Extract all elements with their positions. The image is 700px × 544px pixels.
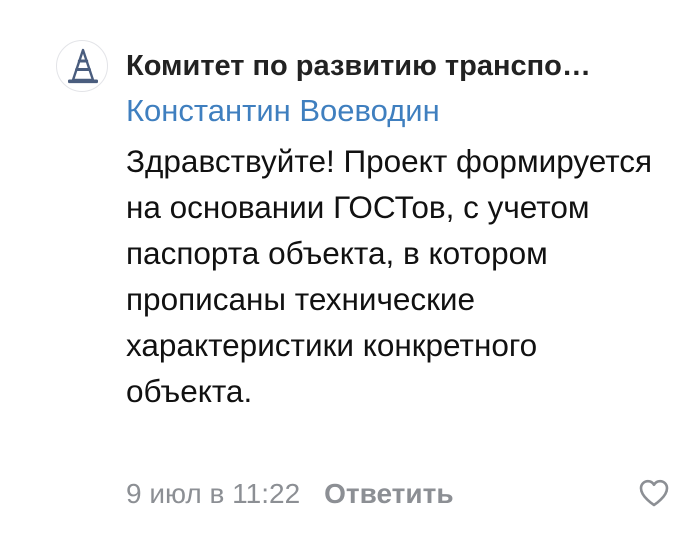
like-button[interactable] — [638, 478, 670, 508]
reply-to-user-link[interactable]: Константин Воеводин — [126, 90, 440, 132]
author-name[interactable]: Комитет по развитию транспо… — [126, 46, 671, 86]
comment-timestamp: 9 июл в 11:22 — [126, 478, 301, 509]
comment-text: Здравствуйте! Проект формируется на осно… — [126, 143, 653, 409]
heart-outline-icon — [639, 479, 669, 507]
comment-footer: 9 июл в 11:22 Ответить — [126, 474, 454, 514]
comment-item: Комитет по развитию транспо… Константин … — [0, 0, 700, 544]
reply-button[interactable]: Ответить — [324, 474, 453, 514]
avatar[interactable] — [56, 40, 108, 92]
traffic-cone-icon — [68, 48, 98, 84]
